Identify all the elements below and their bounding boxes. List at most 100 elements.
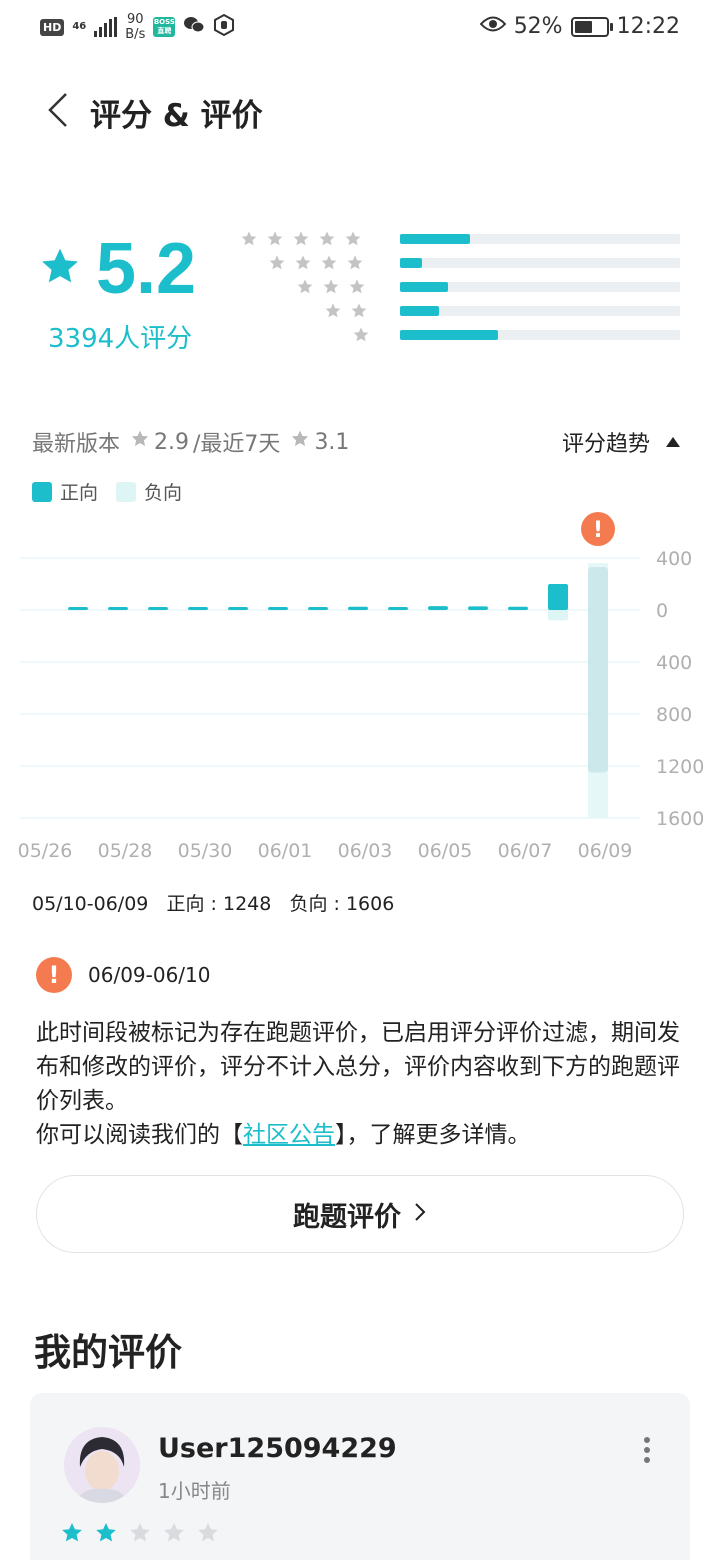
chart-legend: 正向 负向 xyxy=(32,478,182,505)
positive-bar xyxy=(428,606,448,610)
hand-shield-icon xyxy=(213,13,235,41)
star-empty-icon xyxy=(198,1523,218,1542)
positive-bar xyxy=(508,606,528,610)
review-time: 1小时前 xyxy=(158,1479,231,1503)
star-icon xyxy=(347,255,363,270)
star-icon xyxy=(321,255,337,270)
rating-distribution xyxy=(241,226,690,346)
summary-negative: 负向 : 1606 xyxy=(289,893,395,915)
battery-icon xyxy=(570,16,613,37)
signal-icon xyxy=(94,17,118,37)
positive-bar xyxy=(468,606,488,610)
version-rating-line: 最新版本 2.9 /最近7天 3.1 xyxy=(32,426,349,458)
boss-app-icon: BOSS 直聘 xyxy=(153,17,176,37)
recent-label: /最近7天 xyxy=(193,432,281,457)
star-icon xyxy=(295,255,311,270)
distribution-row-3-star xyxy=(250,274,690,298)
warning-icon: ! xyxy=(36,957,72,993)
offtopic-reviews-button[interactable]: 跑题评价 xyxy=(36,1175,684,1253)
negative-bar xyxy=(548,610,568,621)
battery-percent: 52% xyxy=(513,14,563,39)
star-icon xyxy=(351,303,367,318)
star-icon xyxy=(130,429,150,455)
distribution-fill xyxy=(400,330,498,340)
distribution-track xyxy=(400,306,680,316)
y-tick-label: 400 xyxy=(656,652,692,674)
positive-bar xyxy=(108,607,128,610)
rating-count: 3394人评分 xyxy=(48,324,193,354)
warning-icon-glyph: ! xyxy=(593,518,603,543)
distribution-fill xyxy=(400,258,423,268)
recent-score: 3.1 xyxy=(314,429,350,455)
star-icon xyxy=(38,245,82,293)
back-arrow-icon[interactable] xyxy=(46,92,76,128)
network-speed: 90 B/s xyxy=(125,12,145,42)
x-tick-label: 05/28 xyxy=(98,840,153,862)
distribution-stars xyxy=(268,254,364,272)
x-tick-label: 06/01 xyxy=(258,840,313,862)
rating-trend-toggle[interactable]: 评分趋势 xyxy=(562,426,680,458)
star-icon xyxy=(349,279,365,294)
positive-bar xyxy=(388,607,408,610)
speed-unit: B/s xyxy=(125,27,146,42)
rating-trend-chart[interactable]: 400 0 400 800 1200 1600! 05/26 05/28 05/30 06/01 0… xyxy=(0,505,720,875)
y-tick-label: 1200 xyxy=(656,756,704,778)
distribution-row-1-star xyxy=(250,322,690,346)
status-bar: HD 46 90 B/s BOSS 直聘 52% 12:22 xyxy=(0,0,720,56)
page-title: 评分 & 评价 xyxy=(90,98,263,134)
latest-version-score: 2.9 xyxy=(154,429,190,455)
star-icon xyxy=(269,255,285,270)
community-announcement-link[interactable]: 社区公告 xyxy=(243,1122,335,1148)
summary-positive: 正向 : 1248 xyxy=(166,893,272,915)
distribution-track xyxy=(400,330,680,340)
positive-bar xyxy=(548,584,568,610)
star-icon xyxy=(297,279,313,294)
star-empty-icon xyxy=(130,1523,150,1542)
notice-link-line: 你可以阅读我们的【社区公告】，了解更多详情。 xyxy=(36,1118,531,1152)
star-icon xyxy=(325,303,341,318)
distribution-fill xyxy=(400,306,440,316)
triangle-up-icon xyxy=(666,437,680,447)
network-type: 46 xyxy=(72,21,87,32)
distribution-track xyxy=(400,234,680,244)
star-filled-icon xyxy=(96,1523,116,1542)
review-username: User125094229 xyxy=(158,1433,397,1464)
clock: 12:22 xyxy=(616,14,680,39)
star-icon xyxy=(353,327,369,342)
wechat-icon xyxy=(183,15,205,40)
offtopic-button-label: 跑题评价 xyxy=(293,1201,401,1233)
chart-summary: 05/10-06/09 正向 : 1248 负向 : 1606 xyxy=(32,889,394,916)
avatar[interactable] xyxy=(64,1427,140,1503)
average-score: 5.2 xyxy=(96,229,197,309)
positive-bar xyxy=(268,607,288,610)
page-header: 评分 & 评价 xyxy=(0,80,720,140)
y-tick-label: 0 xyxy=(656,600,668,622)
star-icon xyxy=(267,231,283,246)
positive-bar xyxy=(68,607,88,610)
star-icon xyxy=(345,231,361,246)
distribution-row-2-star xyxy=(250,298,690,322)
distribution-stars xyxy=(352,326,370,344)
my-review-card: User125094229 1小时前 xyxy=(30,1393,690,1560)
distribution-stars xyxy=(240,230,362,248)
trend-label: 评分趋势 xyxy=(561,432,650,457)
y-tick-label: 1600 xyxy=(656,808,704,830)
status-left: HD 46 90 B/s BOSS 直聘 xyxy=(40,12,235,42)
star-icon xyxy=(241,231,257,246)
notice-link-suffix: 】，了解更多详情。 xyxy=(335,1122,531,1148)
status-right: 52% 12:22 xyxy=(479,14,680,39)
distribution-row-4-star xyxy=(250,250,690,274)
chevron-right-icon xyxy=(413,1199,427,1230)
flagged-bar xyxy=(588,567,608,773)
eye-icon xyxy=(479,14,507,39)
distribution-row-5-star xyxy=(241,226,690,250)
latest-version-label: 最新版本 xyxy=(32,432,121,457)
notice-body: 此时间段被标记为存在跑题评价，已启用评分评价过滤，期间发布和修改的评价，评分不计… xyxy=(36,1020,680,1114)
positive-bar xyxy=(308,607,328,610)
distribution-fill xyxy=(400,282,448,292)
more-options-icon[interactable] xyxy=(642,1437,652,1463)
hd-badge: HD xyxy=(40,18,65,36)
positive-bar xyxy=(348,606,368,610)
speed-value: 90 xyxy=(127,12,144,27)
distribution-stars xyxy=(324,302,368,320)
